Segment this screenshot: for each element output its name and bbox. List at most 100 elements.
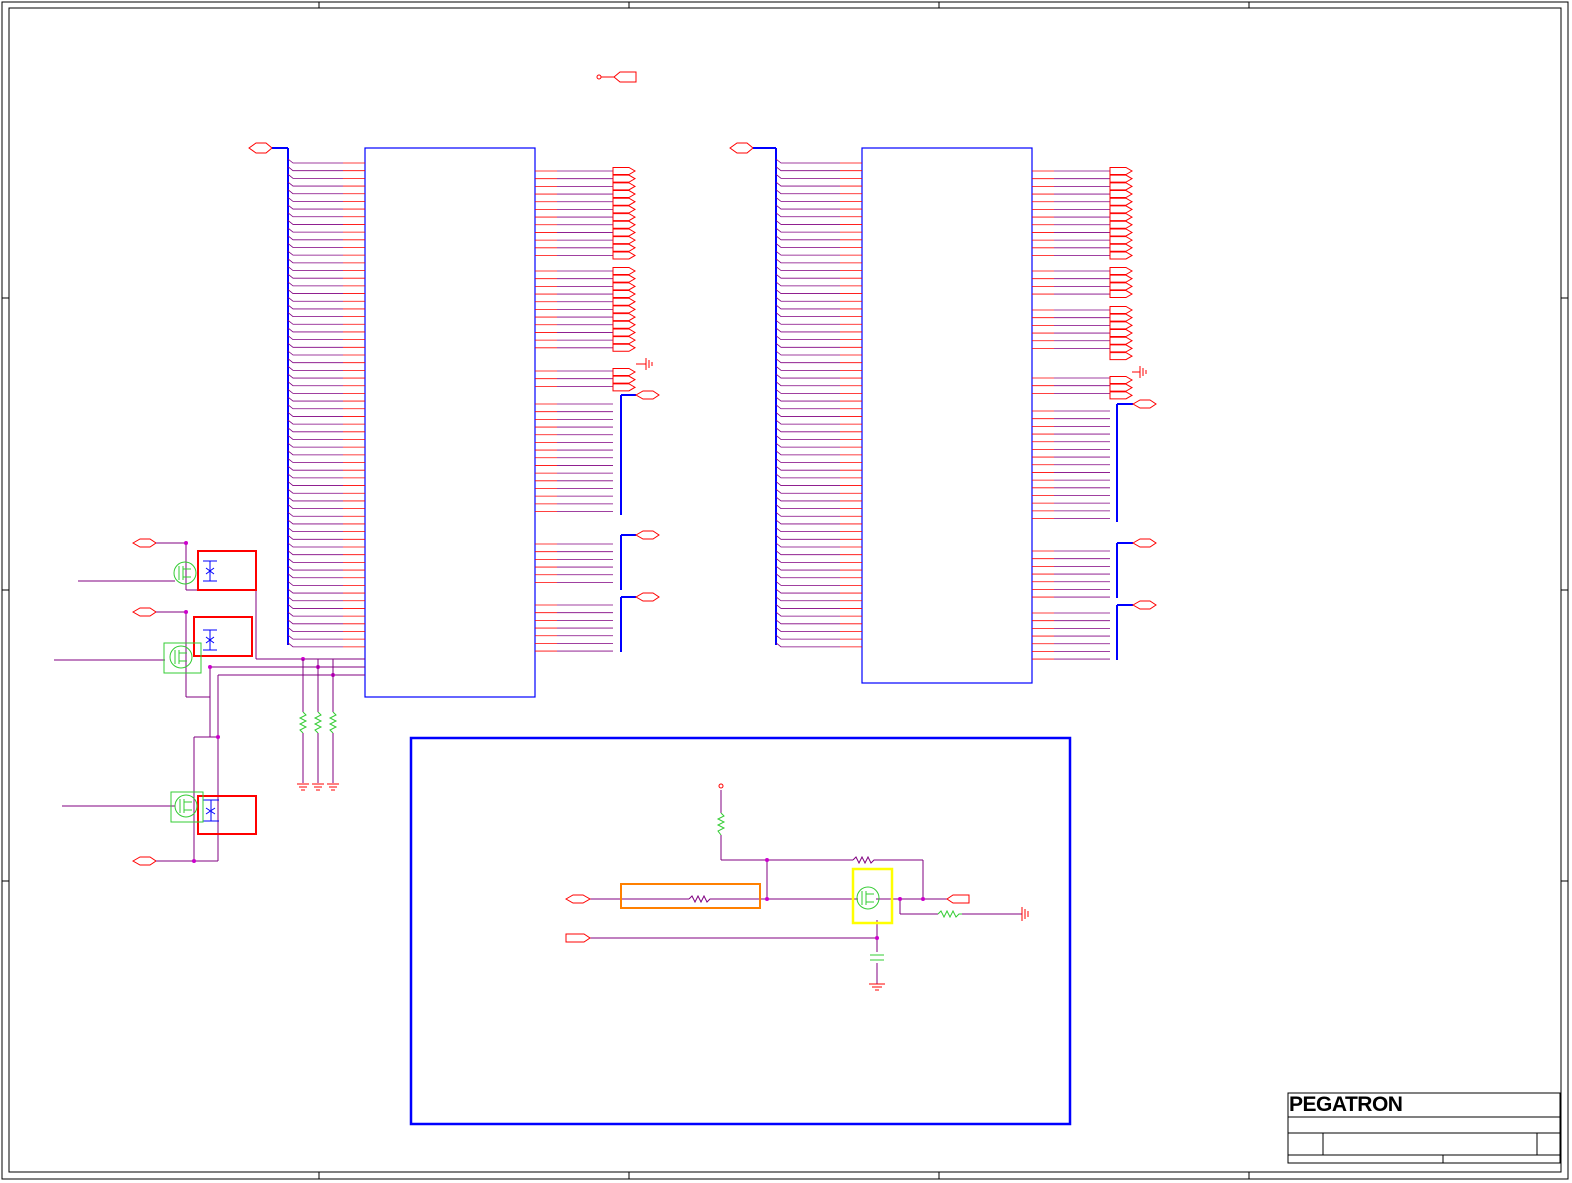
right-pin-wires-a bbox=[535, 170, 613, 652]
pin-wire bbox=[287, 366, 343, 371]
offpage-connector-icon bbox=[612, 213, 636, 222]
offpage-connector-icon bbox=[248, 142, 288, 154]
pin-wire bbox=[287, 197, 343, 202]
pin-wire bbox=[775, 296, 840, 302]
pin-wire bbox=[775, 573, 840, 579]
ground-icon bbox=[1132, 366, 1147, 378]
offpage-connector-icon bbox=[1109, 228, 1133, 237]
pin-wire bbox=[287, 458, 343, 463]
pin-wire bbox=[287, 281, 343, 287]
ground-icon bbox=[636, 358, 653, 370]
pin-wire bbox=[775, 220, 840, 225]
offpage-connector-icon bbox=[1109, 352, 1133, 361]
pin-wire bbox=[287, 573, 343, 579]
pin-wire bbox=[775, 473, 840, 479]
offpage-connector-icon bbox=[612, 290, 636, 299]
resistor-icon bbox=[937, 909, 962, 919]
pin-wire bbox=[775, 335, 840, 341]
capacitor-icon bbox=[870, 954, 884, 961]
highlight-box-orange bbox=[620, 883, 761, 909]
pin-wire bbox=[775, 488, 840, 494]
pin-wire bbox=[287, 404, 343, 410]
offpage-connector-icon bbox=[612, 190, 636, 199]
pin-wire bbox=[775, 404, 840, 410]
pin-wire bbox=[287, 358, 343, 364]
connector-left-body bbox=[364, 147, 536, 698]
pin-wire bbox=[287, 235, 343, 241]
left-pin-wires-b bbox=[775, 158, 862, 648]
pin-wire bbox=[775, 627, 840, 632]
pin-wire bbox=[775, 273, 840, 279]
offpage-connector-icon bbox=[612, 174, 636, 183]
highlight-box-yellow bbox=[851, 867, 894, 925]
offpage-connector-icon bbox=[1109, 236, 1133, 245]
offpage-connector-icon bbox=[1109, 336, 1133, 345]
pin-wire bbox=[775, 527, 840, 533]
pin-wire bbox=[775, 588, 840, 594]
jumper-icon bbox=[203, 560, 219, 822]
pin-wire bbox=[775, 350, 840, 356]
pin-wire bbox=[775, 581, 840, 586]
offpage-connector-icon bbox=[612, 320, 636, 329]
offpage-connector-icon bbox=[1109, 376, 1133, 384]
pin-wire bbox=[287, 442, 343, 448]
pin-wire bbox=[775, 427, 840, 433]
pin-wire bbox=[287, 450, 343, 456]
offpage-connector-icon bbox=[612, 243, 636, 252]
offpage-connector-icon bbox=[1109, 220, 1133, 229]
pin-wire bbox=[287, 488, 343, 494]
offpage-connector-icon bbox=[1109, 383, 1133, 392]
offpage-connector-icon bbox=[612, 182, 636, 191]
pin-wire bbox=[775, 412, 840, 417]
pin-wire bbox=[287, 642, 343, 648]
pin-wire bbox=[775, 611, 840, 617]
pin-wire bbox=[775, 343, 840, 348]
pin-wire bbox=[775, 642, 840, 648]
offpage-connector-icon bbox=[612, 297, 636, 306]
offpage-connector-icon bbox=[612, 336, 636, 345]
pin-wire bbox=[775, 227, 840, 233]
offpage-connector-icon bbox=[1109, 167, 1133, 175]
offpage-connector-icon bbox=[1109, 290, 1133, 299]
pin-wire bbox=[287, 212, 343, 218]
pin-wire bbox=[775, 197, 840, 202]
offpage-connector-icon bbox=[564, 894, 970, 943]
mosfet-icon bbox=[163, 642, 202, 674]
pin-wire bbox=[775, 189, 840, 195]
pin-wire bbox=[287, 373, 343, 379]
pin-wire bbox=[775, 634, 840, 640]
offpage-connector-icon bbox=[729, 142, 776, 154]
offpage-connector-stack-a bbox=[612, 167, 636, 392]
offpage-connector-icon bbox=[612, 383, 636, 392]
pin-wire bbox=[287, 542, 343, 548]
pin-wire bbox=[775, 358, 840, 364]
mosfet-icon bbox=[856, 886, 880, 910]
offpage-connector-icon bbox=[612, 313, 636, 322]
pin-wire bbox=[287, 258, 343, 264]
highlight-box-q2 bbox=[193, 616, 253, 657]
power-pin-icon bbox=[596, 71, 637, 83]
pin-wire bbox=[775, 604, 840, 609]
pin-wire bbox=[775, 312, 840, 317]
power-pin-icon bbox=[718, 783, 724, 789]
pin-wire bbox=[775, 266, 840, 271]
bus-right-b bbox=[1116, 403, 1133, 660]
offpage-connector-stack-b bbox=[1109, 167, 1133, 400]
pin-wire bbox=[287, 350, 343, 356]
offpage-connector-icon bbox=[1109, 329, 1133, 338]
pin-wire bbox=[287, 565, 343, 571]
pin-wire bbox=[287, 296, 343, 302]
pin-wire bbox=[775, 465, 840, 471]
pin-wire bbox=[775, 396, 840, 402]
pin-wire bbox=[287, 381, 343, 387]
pin-wire bbox=[287, 312, 343, 317]
pin-wire bbox=[775, 504, 840, 509]
pin-wire bbox=[775, 442, 840, 448]
pin-wire bbox=[775, 511, 840, 517]
offpage-connector-icon bbox=[1109, 182, 1133, 191]
pin-wire bbox=[287, 158, 343, 164]
bus-right-a bbox=[620, 394, 636, 652]
pin-wire bbox=[287, 220, 343, 225]
offpage-connector-icon bbox=[612, 167, 636, 175]
pin-wire bbox=[287, 435, 343, 440]
